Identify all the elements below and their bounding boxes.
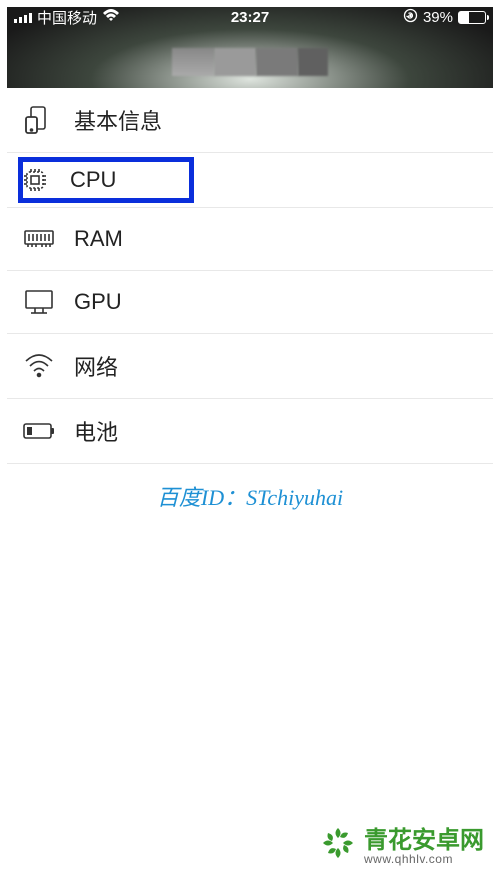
orientation-lock-icon <box>403 8 418 26</box>
device-icon <box>22 105 56 135</box>
menu-label: RAM <box>74 226 123 252</box>
knot-logo-icon <box>318 823 358 870</box>
menu-label: 基本信息 <box>74 104 162 136</box>
menu-item-gpu[interactable]: GPU <box>0 271 500 334</box>
menu-item-ram[interactable]: RAM <box>0 208 500 271</box>
footer-brand: 青花安卓网 www.qhhlv.com <box>318 823 484 870</box>
menu-label: GPU <box>74 289 122 315</box>
wifi-large-icon <box>22 351 56 381</box>
menu-item-cpu[interactable]: CPU <box>0 153 500 208</box>
clock: 23:27 <box>231 9 269 26</box>
menu-item-network[interactable]: 网络 <box>0 334 500 399</box>
signal-icon <box>14 11 32 23</box>
battery-large-icon <box>22 416 56 446</box>
header-title-pixelated <box>172 48 328 76</box>
footer-url: www.qhhlv.com <box>364 853 484 865</box>
menu-list: 基本信息 CPU RAM GPU 网络 电池 <box>0 88 500 464</box>
monitor-icon <box>22 287 56 317</box>
watermark-text: 百度ID：STchiyuhai <box>0 480 500 512</box>
wifi-icon <box>102 8 120 27</box>
battery-icon <box>458 11 486 24</box>
app-header: 中国移动 23:27 39% <box>0 0 500 88</box>
menu-label: 网络 <box>74 350 118 382</box>
menu-item-basic-info[interactable]: 基本信息 <box>0 88 500 153</box>
menu-item-battery[interactable]: 电池 <box>0 399 500 464</box>
carrier-label: 中国移动 <box>37 7 97 28</box>
cpu-icon <box>18 165 52 195</box>
status-bar: 中国移动 23:27 39% <box>0 0 500 28</box>
menu-label: 电池 <box>74 415 118 447</box>
battery-percent: 39% <box>423 9 453 26</box>
menu-label: CPU <box>70 167 116 193</box>
ram-icon <box>22 224 56 254</box>
footer-brand-name: 青花安卓网 <box>364 829 484 853</box>
